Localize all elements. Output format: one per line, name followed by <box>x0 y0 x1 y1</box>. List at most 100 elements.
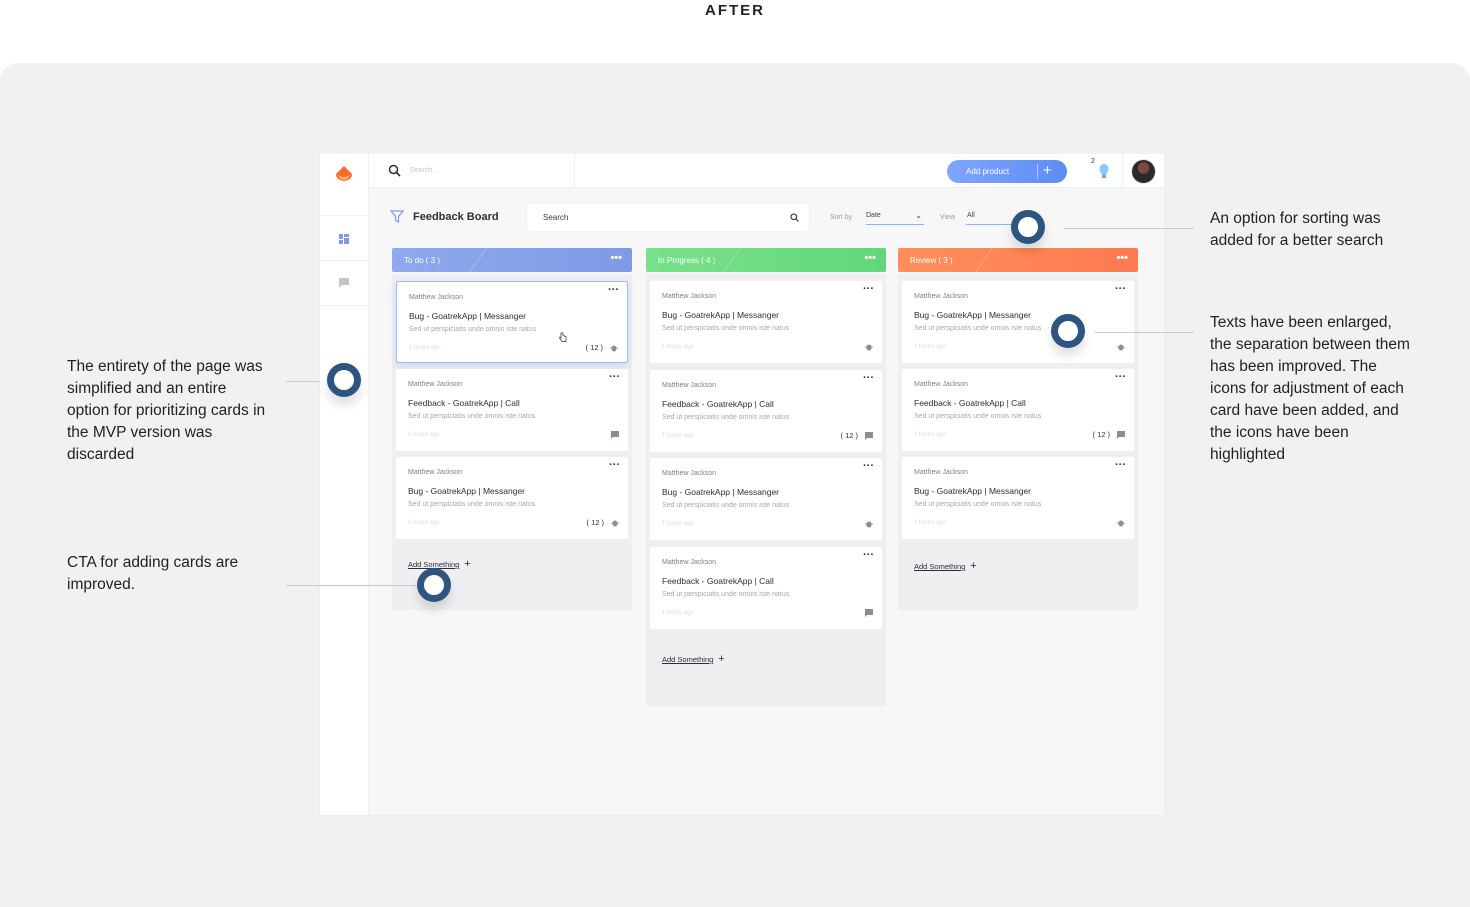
bug-icon[interactable] <box>1117 519 1125 527</box>
view-select-value: All <box>967 212 975 219</box>
card[interactable]: Matthew Jackson Feedback - GoatrekApp | … <box>650 547 882 629</box>
dashboard-icon[interactable] <box>338 233 350 245</box>
bug-icon[interactable] <box>1117 343 1125 351</box>
card-more-icon[interactable]: ··· <box>863 549 874 561</box>
button-separator <box>1037 164 1038 179</box>
user-avatar[interactable] <box>1131 159 1156 184</box>
card-title: Feedback - GoatrekApp | Call <box>914 398 1026 408</box>
add-something-label: Add Something <box>914 562 966 571</box>
card[interactable]: Matthew Jackson Feedback - GoatrekApp | … <box>902 369 1134 451</box>
card-description: Sed ut perspiciatis unde omnis iste natu… <box>662 414 790 421</box>
page-heading: AFTER <box>705 2 765 19</box>
annotation-line: discarded <box>67 446 135 463</box>
bug-icon[interactable] <box>610 344 618 352</box>
bug-icon[interactable] <box>611 519 619 527</box>
chat-icon[interactable] <box>338 277 350 289</box>
column-header[interactable]: To do ( 3 ) ••• <box>392 248 632 272</box>
card-count: ( 12 ) <box>1092 430 1110 439</box>
annotation-leader-line <box>1095 332 1194 333</box>
card-more-icon[interactable]: ··· <box>863 372 874 384</box>
add-product-button[interactable]: Add product + <box>947 160 1067 183</box>
top-search-input[interactable]: Search... <box>369 154 575 188</box>
add-something-button[interactable]: Add Something + <box>662 653 725 665</box>
sidebar-divider <box>320 260 369 261</box>
plus-icon: + <box>1043 162 1052 179</box>
card[interactable]: Matthew Jackson Bug - GoatrekApp | Messa… <box>396 281 628 363</box>
notification-button[interactable]: 2 <box>1091 158 1111 182</box>
card-more-icon[interactable]: ··· <box>608 284 619 296</box>
search-icon <box>790 213 799 222</box>
annotation-leader-line <box>286 585 416 586</box>
card-time: 1 hours ago <box>408 520 440 526</box>
annotation-line: the MVP version was <box>67 424 213 441</box>
chat-icon[interactable] <box>1117 431 1125 439</box>
chat-icon[interactable] <box>865 432 873 440</box>
annotation-marker <box>327 363 361 397</box>
card-count: ( 12 ) <box>585 343 603 352</box>
annotation-line: card have been added, and <box>1210 402 1399 419</box>
card-title: Bug - GoatrekApp | Messanger <box>409 311 527 321</box>
column-header[interactable]: Review ( 3 ) ••• <box>898 248 1138 272</box>
annotation-note-right-top: An option for sorting was added for a be… <box>1210 208 1383 252</box>
bug-icon[interactable] <box>865 343 873 351</box>
card-time: 1 hours ago <box>662 521 694 527</box>
card-more-icon[interactable]: ··· <box>1115 371 1126 383</box>
card[interactable]: Matthew Jackson Bug - GoatrekApp | Messa… <box>650 281 882 363</box>
app-logo-icon[interactable] <box>334 164 354 184</box>
card[interactable]: Matthew Jackson Bug - GoatrekApp | Messa… <box>902 457 1134 539</box>
more-options-icon[interactable]: ••• <box>1116 252 1128 264</box>
annotation-marker <box>1051 314 1085 348</box>
card-more-icon[interactable]: ··· <box>609 371 620 383</box>
card-more-icon[interactable]: ··· <box>609 459 620 471</box>
card-more-icon[interactable]: ··· <box>863 283 874 295</box>
card-count: ( 12 ) <box>586 518 604 527</box>
annotation-note-left-top: The entirety of the page was simplified … <box>67 356 265 466</box>
card-time: 1 hours ago <box>914 432 946 438</box>
card-more-icon[interactable]: ··· <box>1115 459 1126 471</box>
card[interactable]: Matthew Jackson Feedback - GoatrekApp | … <box>650 370 882 452</box>
card-time: 1 hours ago <box>914 344 946 350</box>
chat-icon[interactable] <box>865 609 873 617</box>
view-label: View <box>940 214 956 221</box>
card[interactable]: Matthew Jackson Feedback - GoatrekApp | … <box>396 369 628 451</box>
annotation-line: The entirety of the page was <box>67 358 263 375</box>
card-author: Matthew Jackson <box>914 293 969 300</box>
view-select[interactable]: All <box>966 209 1016 225</box>
annotation-note-left-bottom: CTA for adding cards are improved. <box>67 552 238 596</box>
add-something-button[interactable]: Add Something + <box>914 560 977 572</box>
card-title: Feedback - GoatrekApp | Call <box>662 576 774 586</box>
column-title: Review ( 3 ) <box>910 256 953 265</box>
board-search-input[interactable]: Search <box>527 204 809 231</box>
card[interactable]: Matthew Jackson Bug - GoatrekApp | Messa… <box>902 281 1134 363</box>
card-time: 1 hours ago <box>408 432 440 438</box>
card-title: Bug - GoatrekApp | Messanger <box>662 487 780 497</box>
card-time: 1 hours ago <box>662 433 694 439</box>
card[interactable]: Matthew Jackson Bug - GoatrekApp | Messa… <box>650 458 882 540</box>
card-title: Feedback - GoatrekApp | Call <box>662 399 774 409</box>
card-description: Sed ut perspiciatis unde omnis iste natu… <box>662 502 790 509</box>
card-title: Bug - GoatrekApp | Messanger <box>914 310 1032 320</box>
card-more-icon[interactable]: ··· <box>863 460 874 472</box>
card-more-icon[interactable]: ··· <box>1115 283 1126 295</box>
card-author: Matthew Jackson <box>662 470 717 477</box>
annotation-line: the icons have been <box>1210 424 1349 441</box>
plus-icon: + <box>464 558 471 570</box>
card-description: Sed ut perspiciatis unde omnis iste natu… <box>914 325 1042 332</box>
filter-icon[interactable] <box>390 210 404 223</box>
sort-select[interactable]: Date ⌄ <box>866 209 924 225</box>
card-author: Matthew Jackson <box>914 381 969 388</box>
annotation-line: improved. <box>67 576 136 593</box>
card-title: Bug - GoatrekApp | Messanger <box>408 486 526 496</box>
column-header[interactable]: In Progress ( 4 ) ••• <box>646 248 886 272</box>
annotation-marker <box>1011 210 1045 244</box>
plus-icon: + <box>718 653 725 665</box>
card-count: ( 12 ) <box>840 431 858 440</box>
card-description: Sed ut perspiciatis unde omnis iste natu… <box>914 413 1042 420</box>
more-options-icon[interactable]: ••• <box>610 252 622 264</box>
chat-icon[interactable] <box>611 431 619 439</box>
bug-icon[interactable] <box>865 520 873 528</box>
annotation-line: has been improved. The <box>1210 358 1377 375</box>
hand-cursor-icon <box>559 332 567 342</box>
card[interactable]: Matthew Jackson Bug - GoatrekApp | Messa… <box>396 457 628 539</box>
more-options-icon[interactable]: ••• <box>864 252 876 264</box>
